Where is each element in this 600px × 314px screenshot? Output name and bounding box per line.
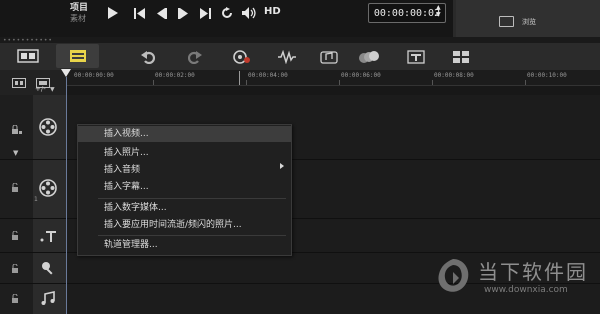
lock-icon[interactable]	[11, 124, 22, 134]
browse-icon[interactable]	[499, 16, 514, 27]
clip-mode-label[interactable]: 素材	[70, 13, 86, 24]
expand-track-icon[interactable]: ▼	[13, 149, 18, 157]
menu-item-insert-video[interactable]: 插入视频...	[78, 126, 291, 142]
project-mode-label[interactable]: 项目	[70, 0, 88, 13]
ruler-tick	[153, 80, 154, 85]
submenu-arrow-icon	[280, 163, 284, 169]
time-ruler[interactable]	[66, 70, 600, 86]
subtitle-editor-icon[interactable]	[405, 47, 427, 67]
timecode-spinner-icon[interactable]: ▲ ▼	[436, 4, 441, 18]
ruler-tick-label: 00:00:00:00	[74, 72, 114, 79]
ruler-tick	[339, 80, 340, 85]
playhead-handle[interactable]	[61, 69, 71, 77]
playhead-line	[66, 77, 67, 314]
go-to-start-icon[interactable]	[132, 5, 146, 21]
undo-icon[interactable]	[137, 47, 159, 67]
menu-item-insert-audio[interactable]: 插入音频	[78, 162, 291, 178]
ruler-lower-band	[66, 86, 600, 95]
show-all-tracks-icon[interactable]	[12, 73, 26, 92]
ruler-tick-label: 00:00:06:00	[341, 72, 381, 79]
watermark-url: www.downxia.com	[484, 285, 568, 295]
ruler-tick	[525, 80, 526, 85]
timecode-display[interactable]: 00:00:00:02	[368, 3, 446, 23]
ruler-marker	[239, 71, 240, 85]
auto-music-icon[interactable]	[318, 47, 340, 67]
menu-item-insert-photo[interactable]: 插入照片...	[78, 145, 291, 161]
watermark-logo-icon	[433, 256, 473, 296]
music-icon	[38, 288, 58, 308]
next-frame-icon[interactable]	[176, 5, 190, 21]
ruler-tick	[246, 80, 247, 85]
lock-icon[interactable]	[11, 263, 21, 273]
ruler-tick-label: 00:00:08:00	[434, 72, 474, 79]
menu-item-insert-timelapse-photo[interactable]: 插入要应用时间流逝/频闪的照片...	[78, 217, 291, 233]
menu-separator	[98, 235, 286, 236]
track-number: 1	[34, 196, 38, 203]
menu-item-insert-subtitle[interactable]: 插入字幕...	[78, 179, 291, 195]
title-icon	[38, 226, 58, 246]
motion-tracking-icon[interactable]	[358, 47, 380, 67]
multi-camera-icon[interactable]	[450, 47, 472, 67]
menu-item-track-manager[interactable]: 轨道管理器...	[78, 237, 291, 253]
zoom-dropdown-icon[interactable]: ▼	[50, 86, 55, 93]
lock-icon[interactable]	[11, 230, 21, 240]
watermark-name: 当下软件园	[478, 260, 588, 284]
film-reel-icon	[38, 178, 58, 198]
voice-icon	[38, 258, 58, 278]
ruler-tick	[432, 80, 433, 85]
ruler-tick-label: 00:00:02:00	[155, 72, 195, 79]
volume-icon[interactable]	[241, 5, 259, 21]
timeline-view-button[interactable]	[56, 44, 99, 68]
menu-separator	[98, 198, 286, 199]
hd-toggle[interactable]: HD	[264, 6, 281, 17]
ruler-tick-label: 00:00:04:00	[248, 72, 288, 79]
browse-label[interactable]: 浏览	[522, 17, 536, 27]
menu-item-insert-digital-media[interactable]: 插入数字媒体...	[78, 200, 291, 216]
storyboard-icon	[17, 49, 39, 63]
zoom-control[interactable]: +/-	[35, 85, 46, 93]
film-reel-icon	[38, 117, 58, 137]
timeline-icon	[69, 50, 86, 62]
previous-frame-icon[interactable]	[154, 5, 168, 21]
storyboard-view-button[interactable]	[9, 44, 47, 68]
repeat-icon[interactable]	[220, 5, 234, 21]
record-capture-icon[interactable]	[231, 47, 253, 67]
ruler-left-controls	[0, 70, 66, 95]
go-to-end-icon[interactable]	[198, 5, 212, 21]
lock-icon[interactable]	[11, 182, 21, 192]
play-icon[interactable]	[104, 5, 120, 21]
ruler-tick-label: 00:00:10:00	[527, 72, 567, 79]
redo-icon[interactable]	[184, 47, 206, 67]
track-context-menu: 插入视频... 插入照片... 插入音频 插入字幕... 插入数字媒体... 插…	[77, 124, 292, 256]
lock-icon[interactable]	[11, 293, 21, 303]
sound-mixer-icon[interactable]	[276, 47, 298, 67]
